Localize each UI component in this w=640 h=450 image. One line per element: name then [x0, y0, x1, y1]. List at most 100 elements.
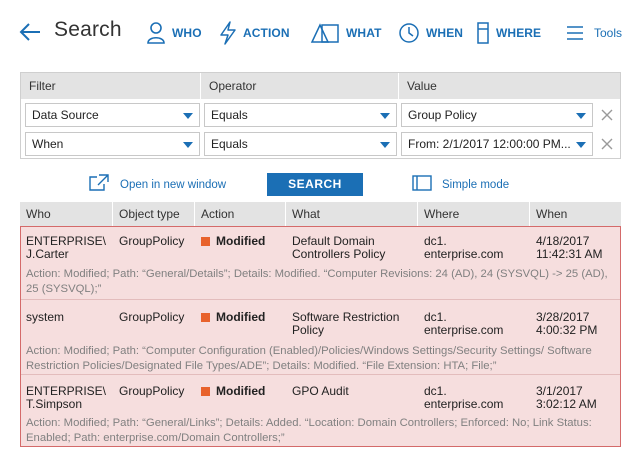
search-button[interactable]: SEARCH	[267, 173, 363, 196]
cell-who: system	[26, 311, 64, 324]
server-icon	[476, 21, 490, 45]
chevron-down-icon	[183, 113, 193, 119]
column-header-where[interactable]: Where	[418, 202, 530, 226]
filter-field-select[interactable]: Data Source	[25, 103, 200, 127]
what-line: Policy	[292, 323, 325, 337]
chevron-down-icon	[380, 113, 390, 119]
panel-toggle-icon	[412, 174, 432, 196]
tools-menu[interactable]: Tools	[566, 18, 622, 48]
value-text: Group Policy	[408, 108, 477, 122]
where-line: enterprise.com	[424, 397, 504, 411]
header-bar: Search WHO ACTION WHAT WHEN WHERE Tools	[0, 0, 640, 62]
value-column-header: Value	[407, 79, 437, 93]
what-line: Controllers Policy	[292, 247, 386, 261]
shapes-icon	[310, 22, 340, 44]
chevron-down-icon	[380, 142, 390, 148]
table-row[interactable]: ENTERPRISE\ T.Simpson GroupPolicy Modifi…	[21, 375, 620, 447]
cell-action: Modified	[201, 235, 265, 248]
column-header-who[interactable]: Who	[20, 202, 113, 226]
who-user: system	[26, 310, 65, 324]
table-row[interactable]: system GroupPolicy Modified Software Res…	[21, 300, 620, 375]
nav-where-label: WHERE	[496, 26, 542, 40]
column-header-action[interactable]: Action	[195, 202, 286, 226]
when-time: 11:42:31 AM	[536, 247, 603, 261]
cell-action: Modified	[201, 311, 265, 324]
operator-column-header: Operator	[201, 73, 399, 99]
cell-what: Software Restriction Policy	[292, 311, 399, 337]
lightning-icon	[219, 21, 237, 45]
nav-when-label: WHEN	[426, 26, 464, 40]
open-new-window-link[interactable]: Open in new window	[88, 173, 227, 197]
when-time: 3:02:12 AM	[536, 397, 597, 411]
results-header-row: Who Object type Action What Where When	[20, 202, 621, 226]
chevron-down-icon	[576, 113, 586, 119]
column-header-when[interactable]: When	[530, 202, 621, 226]
modified-marker-icon	[201, 237, 210, 246]
nav-what-label: WHAT	[346, 26, 382, 40]
action-label: Modified	[216, 384, 266, 398]
nav-who-label: WHO	[172, 26, 202, 40]
tools-label: Tools	[594, 26, 623, 40]
operator-value: Equals	[211, 108, 248, 122]
results-list: ENTERPRISE\ J.Carter GroupPolicy Modifie…	[20, 226, 621, 447]
value-select[interactable]: From: 2/1/2017 12:00:00 PM...	[401, 132, 593, 156]
cell-what: GPO Audit	[292, 385, 349, 398]
action-label: Modified	[216, 310, 266, 324]
row-details: Action: Modified; Path: “Computer Config…	[26, 345, 592, 372]
nav-who[interactable]: WHO	[146, 18, 202, 48]
page-title: Search	[54, 18, 122, 41]
column-header-what[interactable]: What	[286, 202, 418, 226]
nav-what[interactable]: WHAT	[310, 18, 382, 48]
filter-field-value: Data Source	[32, 108, 99, 122]
modified-marker-icon	[201, 387, 210, 396]
where-line: enterprise.com	[424, 247, 504, 261]
operator-value: Equals	[211, 137, 248, 151]
cell-when: 3/1/2017 3:02:12 AM	[536, 385, 597, 411]
cell-object-type: GroupPolicy	[119, 234, 185, 248]
external-window-icon	[88, 173, 110, 197]
open-new-window-label: Open in new window	[120, 179, 227, 191]
chevron-down-icon	[183, 142, 193, 148]
remove-filter-icon[interactable]	[600, 137, 614, 151]
clock-icon	[398, 22, 420, 44]
row-details: Action: Modified; Path: “General/Links”;…	[26, 417, 592, 444]
chevron-down-icon	[576, 142, 586, 148]
nav-when[interactable]: WHEN	[398, 18, 463, 48]
simple-mode-label: Simple mode	[442, 179, 510, 191]
row-details: Action: Modified; Path: “General/Details…	[26, 268, 608, 295]
who-user: T.Simpson	[26, 397, 83, 411]
where-line: enterprise.com	[424, 323, 504, 337]
column-header-object-type[interactable]: Object type	[113, 202, 195, 226]
nav-action-label: ACTION	[243, 26, 290, 40]
hamburger-menu-icon	[566, 25, 584, 41]
cell-object-type: GroupPolicy	[119, 384, 185, 398]
what-line: GPO Audit	[292, 384, 349, 398]
cell-what: Default Domain Controllers Policy	[292, 235, 385, 261]
cell-who: ENTERPRISE\ J.Carter	[26, 235, 106, 261]
cell-when: 4/18/2017 11:42:31 AM	[536, 235, 603, 261]
operator-select[interactable]: Equals	[204, 103, 397, 127]
person-icon	[146, 21, 166, 45]
when-time: 4:00:32 PM	[536, 323, 598, 337]
simple-mode-link[interactable]: Simple mode	[412, 174, 509, 196]
filter-panel: Filter Operator Value Data Source Equals…	[20, 72, 621, 159]
cell-where: dc1. enterprise.com	[424, 311, 503, 337]
value-text: From: 2/1/2017 12:00:00 PM...	[408, 137, 571, 151]
filter-field-select[interactable]: When	[25, 132, 200, 156]
cell-object-type: GroupPolicy	[119, 310, 185, 324]
cell-where: dc1. enterprise.com	[424, 235, 503, 261]
who-user: J.Carter	[26, 247, 69, 261]
nav-action[interactable]: ACTION	[219, 18, 290, 48]
filter-field-value: When	[32, 137, 64, 151]
remove-filter-icon[interactable]	[600, 108, 614, 122]
cell-when: 3/28/2017 4:00:32 PM	[536, 311, 597, 337]
operator-select[interactable]: Equals	[204, 132, 397, 156]
filter-column-header: Filter	[21, 73, 201, 99]
back-arrow-icon[interactable]	[18, 21, 42, 43]
table-row[interactable]: ENTERPRISE\ J.Carter GroupPolicy Modifie…	[21, 227, 620, 300]
modified-marker-icon	[201, 313, 210, 322]
nav-where[interactable]: WHERE	[476, 18, 541, 48]
cell-action: Modified	[201, 385, 265, 398]
value-select[interactable]: Group Policy	[401, 103, 593, 127]
filter-header-row: Filter Operator Value	[21, 73, 620, 99]
